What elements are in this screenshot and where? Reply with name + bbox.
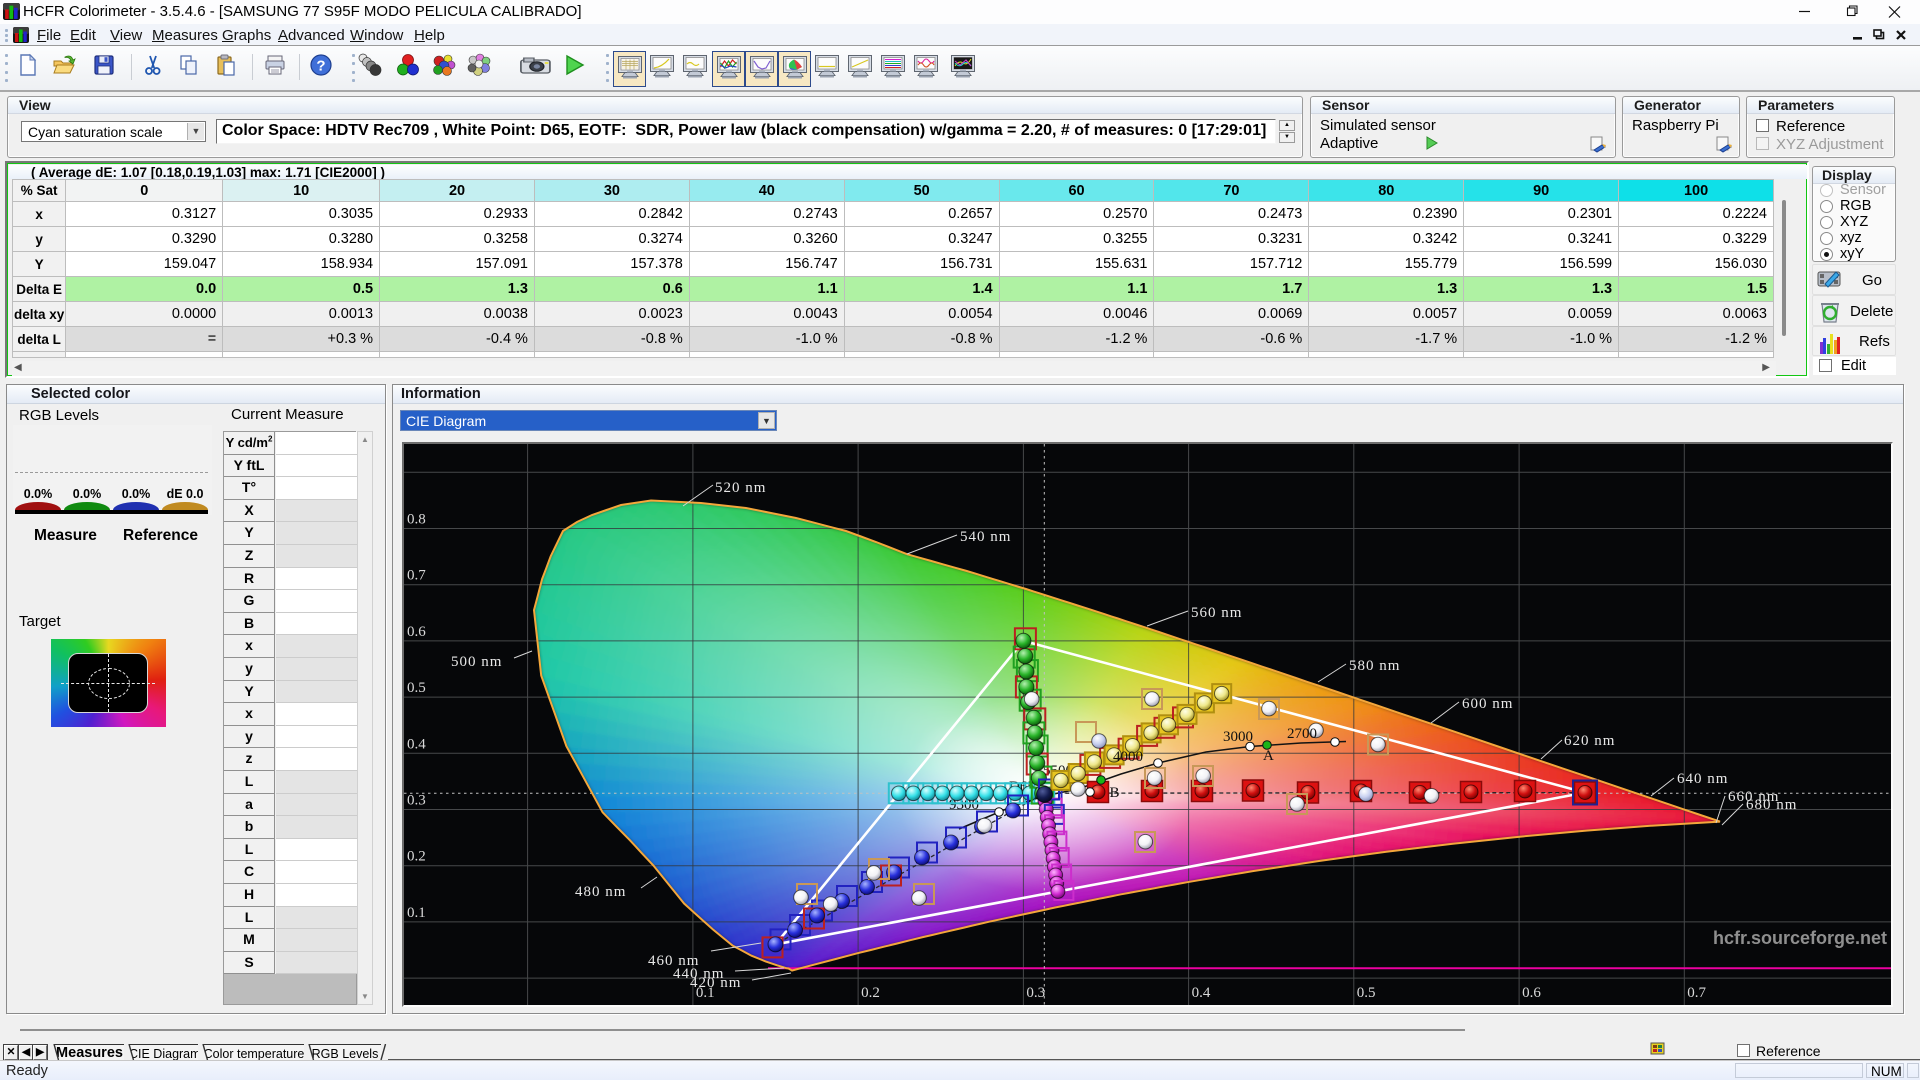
svg-text:560 nm: 560 nm	[1191, 605, 1242, 621]
svg-text:680 nm: 680 nm	[1746, 797, 1797, 813]
svg-text:B: B	[1110, 785, 1120, 801]
svg-text:0.6: 0.6	[1522, 985, 1541, 1001]
svg-text:2700: 2700	[1287, 726, 1317, 742]
svg-text:0.1: 0.1	[696, 985, 715, 1001]
svg-text:600 nm: 600 nm	[1462, 696, 1513, 712]
svg-text:0.6: 0.6	[407, 624, 426, 640]
svg-text:A: A	[1263, 748, 1274, 764]
svg-text:0.7: 0.7	[407, 568, 426, 584]
svg-text:640 nm: 640 nm	[1677, 771, 1728, 787]
svg-text:520 nm: 520 nm	[715, 480, 766, 496]
svg-text:4000: 4000	[1113, 749, 1143, 765]
svg-text:0.5: 0.5	[1357, 985, 1376, 1001]
svg-text:?: ?	[316, 58, 325, 75]
svg-text:0.3: 0.3	[1026, 985, 1045, 1001]
svg-text:0.8: 0.8	[407, 512, 426, 528]
svg-text:3000: 3000	[1223, 729, 1253, 745]
svg-text:0.4: 0.4	[1192, 985, 1211, 1001]
svg-text:540 nm: 540 nm	[960, 529, 1011, 545]
svg-text:620 nm: 620 nm	[1564, 733, 1615, 749]
svg-text:0.3: 0.3	[407, 793, 426, 809]
svg-text:0.5: 0.5	[407, 680, 426, 696]
svg-text:hcfr.sourceforge.net: hcfr.sourceforge.net	[1713, 928, 1887, 948]
svg-text:0.2: 0.2	[407, 849, 426, 865]
svg-text:0.7: 0.7	[1687, 985, 1706, 1001]
svg-text:580 nm: 580 nm	[1349, 658, 1400, 674]
svg-text:480 nm: 480 nm	[575, 884, 626, 900]
svg-text:0.1: 0.1	[407, 905, 426, 921]
svg-text:0.2: 0.2	[861, 985, 880, 1001]
svg-text:0.4: 0.4	[407, 736, 426, 752]
svg-text:500 nm: 500 nm	[451, 654, 502, 670]
